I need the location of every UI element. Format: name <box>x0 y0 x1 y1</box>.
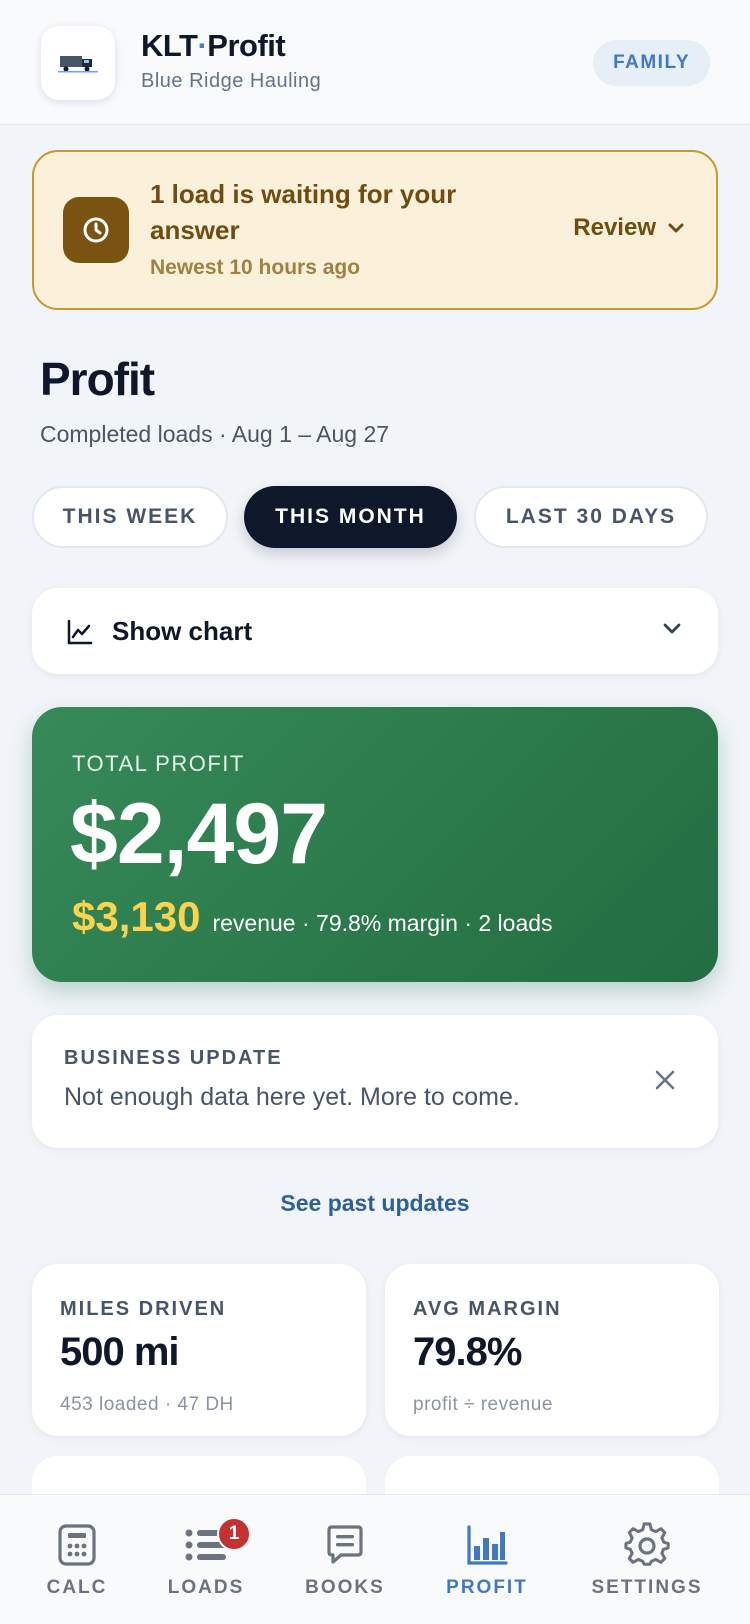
nav-profit[interactable]: PROFIT <box>412 1521 562 1621</box>
company-name: Blue Ridge Hauling <box>141 70 322 92</box>
revenue-summary: $3,130 revenue · 79.8% margin · 2 loads <box>72 893 553 941</box>
business-update-card: BUSINESS UPDATE Not enough data here yet… <box>32 1015 718 1148</box>
alert-subtitle: Newest 10 hours ago <box>150 256 361 279</box>
line-chart-icon <box>67 619 93 645</box>
nav-books[interactable]: BOOKS <box>270 1521 420 1621</box>
total-profit-amount: $2,497 <box>70 786 328 882</box>
chevron-down-icon <box>668 223 684 233</box>
business-update-text: Not enough data here yet. More to come. <box>64 1083 520 1111</box>
plan-badge: FAMILY <box>593 40 710 86</box>
truck-logo-icon <box>58 56 98 73</box>
nav-label: BOOKS <box>305 1577 385 1598</box>
total-profit-card: TOTAL PROFIT $2,497 $3,130 revenue · 79.… <box>32 707 718 982</box>
nav-label: CALC <box>46 1577 108 1598</box>
see-past-updates-link[interactable]: See past updates <box>0 1190 750 1217</box>
nav-label: LOADS <box>167 1577 245 1598</box>
date-range-subtitle: Completed loads · Aug 1 – Aug 27 <box>40 421 390 447</box>
nav-loads[interactable]: LOADS 1 <box>131 1517 281 1621</box>
total-profit-label: TOTAL PROFIT <box>72 751 245 776</box>
revenue-amount: $3,130 <box>72 893 201 940</box>
app-logo <box>41 26 115 100</box>
close-icon[interactable] <box>654 1069 676 1091</box>
review-button[interactable]: Review <box>573 214 684 242</box>
miles-driven-card: MILES DRIVEN 500 mi 453 loaded · 47 DH <box>32 1264 366 1436</box>
gear-icon <box>624 1522 670 1566</box>
stat-label: MILES DRIVEN <box>60 1298 227 1320</box>
app-title: KLT·Profit <box>141 28 286 63</box>
alert-title: 1 load is waiting for your answer <box>150 179 457 245</box>
show-chart-label: Show chart <box>112 616 253 646</box>
review-label: Review <box>573 214 656 241</box>
loads-count-badge: 1 <box>217 1517 251 1551</box>
business-update-label: BUSINESS UPDATE <box>64 1047 283 1069</box>
nav-label: PROFIT <box>446 1577 528 1598</box>
stat-sub: 453 loaded · 47 DH <box>60 1394 234 1415</box>
chevron-down-icon <box>663 623 681 634</box>
range-this-week[interactable]: THIS WEEK <box>32 486 228 548</box>
nav-calc[interactable]: CALC <box>2 1521 152 1621</box>
stat-value: 79.8% <box>413 1330 522 1374</box>
calculator-icon <box>58 1524 96 1566</box>
pending-load-alert[interactable]: 1 load is waiting for your answer Newest… <box>32 150 718 310</box>
show-chart-toggle[interactable]: Show chart <box>32 588 718 674</box>
bar-chart-icon <box>467 1525 508 1565</box>
clock-icon <box>63 197 129 263</box>
avg-margin-card: AVG MARGIN 79.8% profit ÷ revenue <box>385 1264 719 1436</box>
range-this-month[interactable]: THIS MONTH <box>244 486 457 548</box>
stat-label: AVG MARGIN <box>413 1298 562 1320</box>
stat-value: 500 mi <box>60 1330 180 1374</box>
page-title: Profit <box>40 353 155 405</box>
revenue-details: revenue · 79.8% margin · 2 loads <box>212 910 553 936</box>
ledger-icon <box>327 1525 363 1564</box>
app-header: KLT·Profit Blue Ridge Hauling FAMILY <box>0 0 750 125</box>
range-last-30-days[interactable]: LAST 30 DAYS <box>474 486 708 548</box>
stat-sub: profit ÷ revenue <box>413 1394 553 1415</box>
nav-label: SETTINGS <box>591 1577 703 1598</box>
nav-settings[interactable]: SETTINGS <box>572 1521 722 1621</box>
bottom-nav: CALC LOADS 1 BOOKS PROFIT SETTINGS <box>0 1494 750 1624</box>
